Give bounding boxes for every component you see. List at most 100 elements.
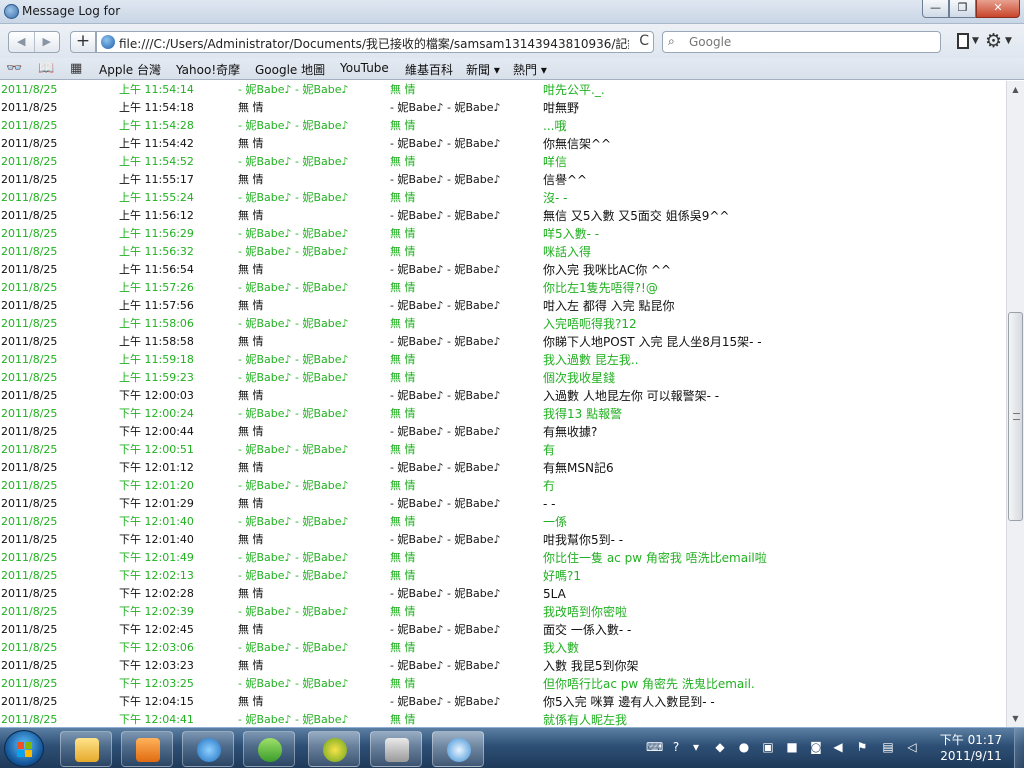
bookmarks-bar: 👓 📖 ▦ Apple 台灣 Yahoo!奇摩 Google 地圖 YouTub… [0, 58, 1024, 80]
message-date: 2011/8/25 [1, 173, 58, 186]
message-sender: 無 情 [238, 389, 264, 402]
bookmark-google-maps[interactable]: Google 地圖 [255, 61, 325, 78]
message-sender: - 妮Babe♪ - 妮Babe♪ [238, 677, 349, 690]
mute-icon[interactable]: ◀ [830, 738, 846, 756]
clock-time: 下午 01:17 [939, 733, 1003, 747]
message-date: 2011/8/25 [1, 533, 58, 546]
bookmark-youtube[interactable]: YouTube [340, 61, 389, 75]
navigation-bar: ◀ ▶ + file:///C:/Users/Administrator/Doc… [0, 24, 1024, 58]
message-row: 2011/8/25 下午 12:02:45 無 情 - 妮Babe♪ - 妮Babe♪… [0, 621, 1006, 639]
scroll-down-arrow[interactable]: ▼ [1007, 710, 1024, 727]
minimize-button[interactable]: — [922, 0, 949, 18]
chevron-down-icon[interactable]: ▾ [688, 738, 704, 756]
start-button[interactable] [4, 730, 44, 767]
message-row: 2011/8/25 上午 11:57:56 無 情 - 妮Babe♪ - 妮Babe♪… [0, 297, 1006, 315]
grid-icon[interactable]: ▦ [70, 61, 82, 76]
message-date: 2011/8/25 [1, 317, 58, 330]
taskbar-contacts[interactable] [243, 731, 295, 767]
page-menu-icon[interactable] [957, 33, 969, 49]
gear-icon[interactable]: ⚙ [985, 30, 1002, 52]
messenger-icon[interactable]: ● [736, 738, 752, 756]
message-recipient: - 妮Babe♪ - 妮Babe♪ [390, 101, 501, 114]
keyboard-icon[interactable]: ⌨ [646, 738, 663, 756]
bookmark-news[interactable]: 新聞 ▾ [466, 61, 500, 78]
help-icon[interactable]: ? [668, 738, 684, 756]
message-text: 咁我幫你5到- - [543, 533, 624, 547]
taskbar-media-player[interactable] [121, 731, 173, 767]
message-recipient: 無 情 [390, 551, 416, 564]
message-recipient: 無 情 [390, 479, 416, 492]
search-box[interactable]: ⌕ [662, 31, 941, 53]
add-bookmark-button[interactable]: + [70, 31, 96, 53]
bookmark-yahoo[interactable]: Yahoo!奇摩 [176, 61, 240, 78]
close-button[interactable]: ✕ [976, 0, 1020, 18]
message-time: 下午 12:01:40 [119, 515, 194, 528]
maximize-button[interactable]: ❐ [949, 0, 976, 18]
message-row: 2011/8/25 上午 11:54:42 無 情 - 妮Babe♪ - 妮Babe♪… [0, 135, 1006, 153]
message-sender: 無 情 [238, 299, 264, 312]
message-time: 下午 12:04:41 [119, 713, 194, 726]
volume-icon[interactable]: ◁ [904, 738, 920, 756]
message-text: 有無收據? [543, 425, 598, 439]
message-date: 2011/8/25 [1, 227, 58, 240]
message-row: 2011/8/25 下午 12:03:23 無 情 - 妮Babe♪ - 妮Babe♪… [0, 657, 1006, 675]
show-desktop-button[interactable] [1014, 728, 1024, 768]
message-time: 上午 11:57:26 [119, 281, 194, 294]
message-time: 下午 12:01:29 [119, 497, 194, 510]
message-recipient: - 妮Babe♪ - 妮Babe♪ [390, 335, 501, 348]
book-icon[interactable]: 📖 [38, 61, 54, 76]
message-time: 下午 12:00:03 [119, 389, 194, 402]
scroll-up-arrow[interactable]: ▲ [1007, 81, 1024, 98]
search-input[interactable] [689, 34, 929, 50]
counter-strike-icon [385, 738, 409, 762]
message-date: 2011/8/25 [1, 335, 58, 348]
message-time: 上午 11:58:06 [119, 317, 194, 330]
message-time: 下午 12:00:51 [119, 443, 194, 456]
bookmark-popular[interactable]: 熱門 ▾ [513, 61, 547, 78]
flag-icon[interactable]: ⚑ [854, 738, 870, 756]
message-row: 2011/8/25 上午 11:56:12 無 情 - 妮Babe♪ - 妮Babe♪… [0, 207, 1006, 225]
taskbar-ie[interactable] [182, 731, 234, 767]
vertical-scrollbar[interactable]: ▲ ▼ [1006, 81, 1024, 727]
taskbar-safari[interactable] [432, 731, 484, 767]
message-sender: - 妮Babe♪ - 妮Babe♪ [238, 641, 349, 654]
taskbar-counter-strike[interactable] [370, 731, 422, 767]
url-text[interactable]: file:///C:/Users/Administrator/Documents… [119, 35, 629, 52]
message-text: 我改唔到你密啦 [543, 605, 628, 619]
scroll-thumb[interactable] [1008, 312, 1023, 521]
reload-icon[interactable]: C [639, 33, 649, 49]
message-sender: 無 情 [238, 497, 264, 510]
taskbar-folder[interactable] [60, 731, 112, 767]
message-row: 2011/8/25 上午 11:56:32 - 妮Babe♪ - 妮Babe♪ 無 情… [0, 243, 1006, 261]
network-icon[interactable]: ▤ [880, 738, 896, 756]
title-bar: Message Log for — ❐ ✕ [0, 0, 1024, 24]
shield-icon[interactable]: ◆ [712, 738, 728, 756]
message-text: 你入完 我咪比AC你 ^^ [543, 263, 672, 277]
message-time: 下午 12:03:06 [119, 641, 194, 654]
message-row: 2011/8/25 上午 11:56:54 無 情 - 妮Babe♪ - 妮Babe♪… [0, 261, 1006, 279]
message-sender: 無 情 [238, 425, 264, 438]
message-sender: 無 情 [238, 533, 264, 546]
security-icon[interactable]: ▣ [760, 738, 776, 756]
message-row: 2011/8/25 下午 12:01:12 無 情 - 妮Babe♪ - 妮Babe♪… [0, 459, 1006, 477]
system-clock[interactable]: 下午 01:17 2011/9/11 [930, 732, 1012, 764]
message-sender: - 妮Babe♪ - 妮Babe♪ [238, 155, 349, 168]
usb-icon[interactable]: ◙ [808, 738, 824, 756]
taskbar-game[interactable] [308, 731, 360, 767]
update-icon[interactable]: ■ [784, 738, 800, 756]
message-row: 2011/8/25 下午 12:01:40 無 情 - 妮Babe♪ - 妮Babe♪… [0, 531, 1006, 549]
address-bar[interactable]: file:///C:/Users/Administrator/Documents… [96, 31, 654, 53]
glasses-icon[interactable]: 👓 [6, 61, 22, 76]
message-date: 2011/8/25 [1, 245, 58, 258]
message-row: 2011/8/25 上午 11:58:58 無 情 - 妮Babe♪ - 妮Babe♪… [0, 333, 1006, 351]
forward-button[interactable]: ▶ [35, 32, 60, 52]
message-time: 下午 12:02:39 [119, 605, 194, 618]
message-recipient: 無 情 [390, 713, 416, 726]
message-text: 咩信 [543, 155, 568, 169]
message-text: 就係有人昵左我 [543, 713, 628, 727]
message-date: 2011/8/25 [1, 263, 58, 276]
bookmark-wikipedia[interactable]: 維基百科 [405, 61, 453, 78]
back-button[interactable]: ◀ [9, 32, 35, 52]
bookmark-apple[interactable]: Apple 台灣 [99, 61, 161, 78]
message-date: 2011/8/25 [1, 191, 58, 204]
